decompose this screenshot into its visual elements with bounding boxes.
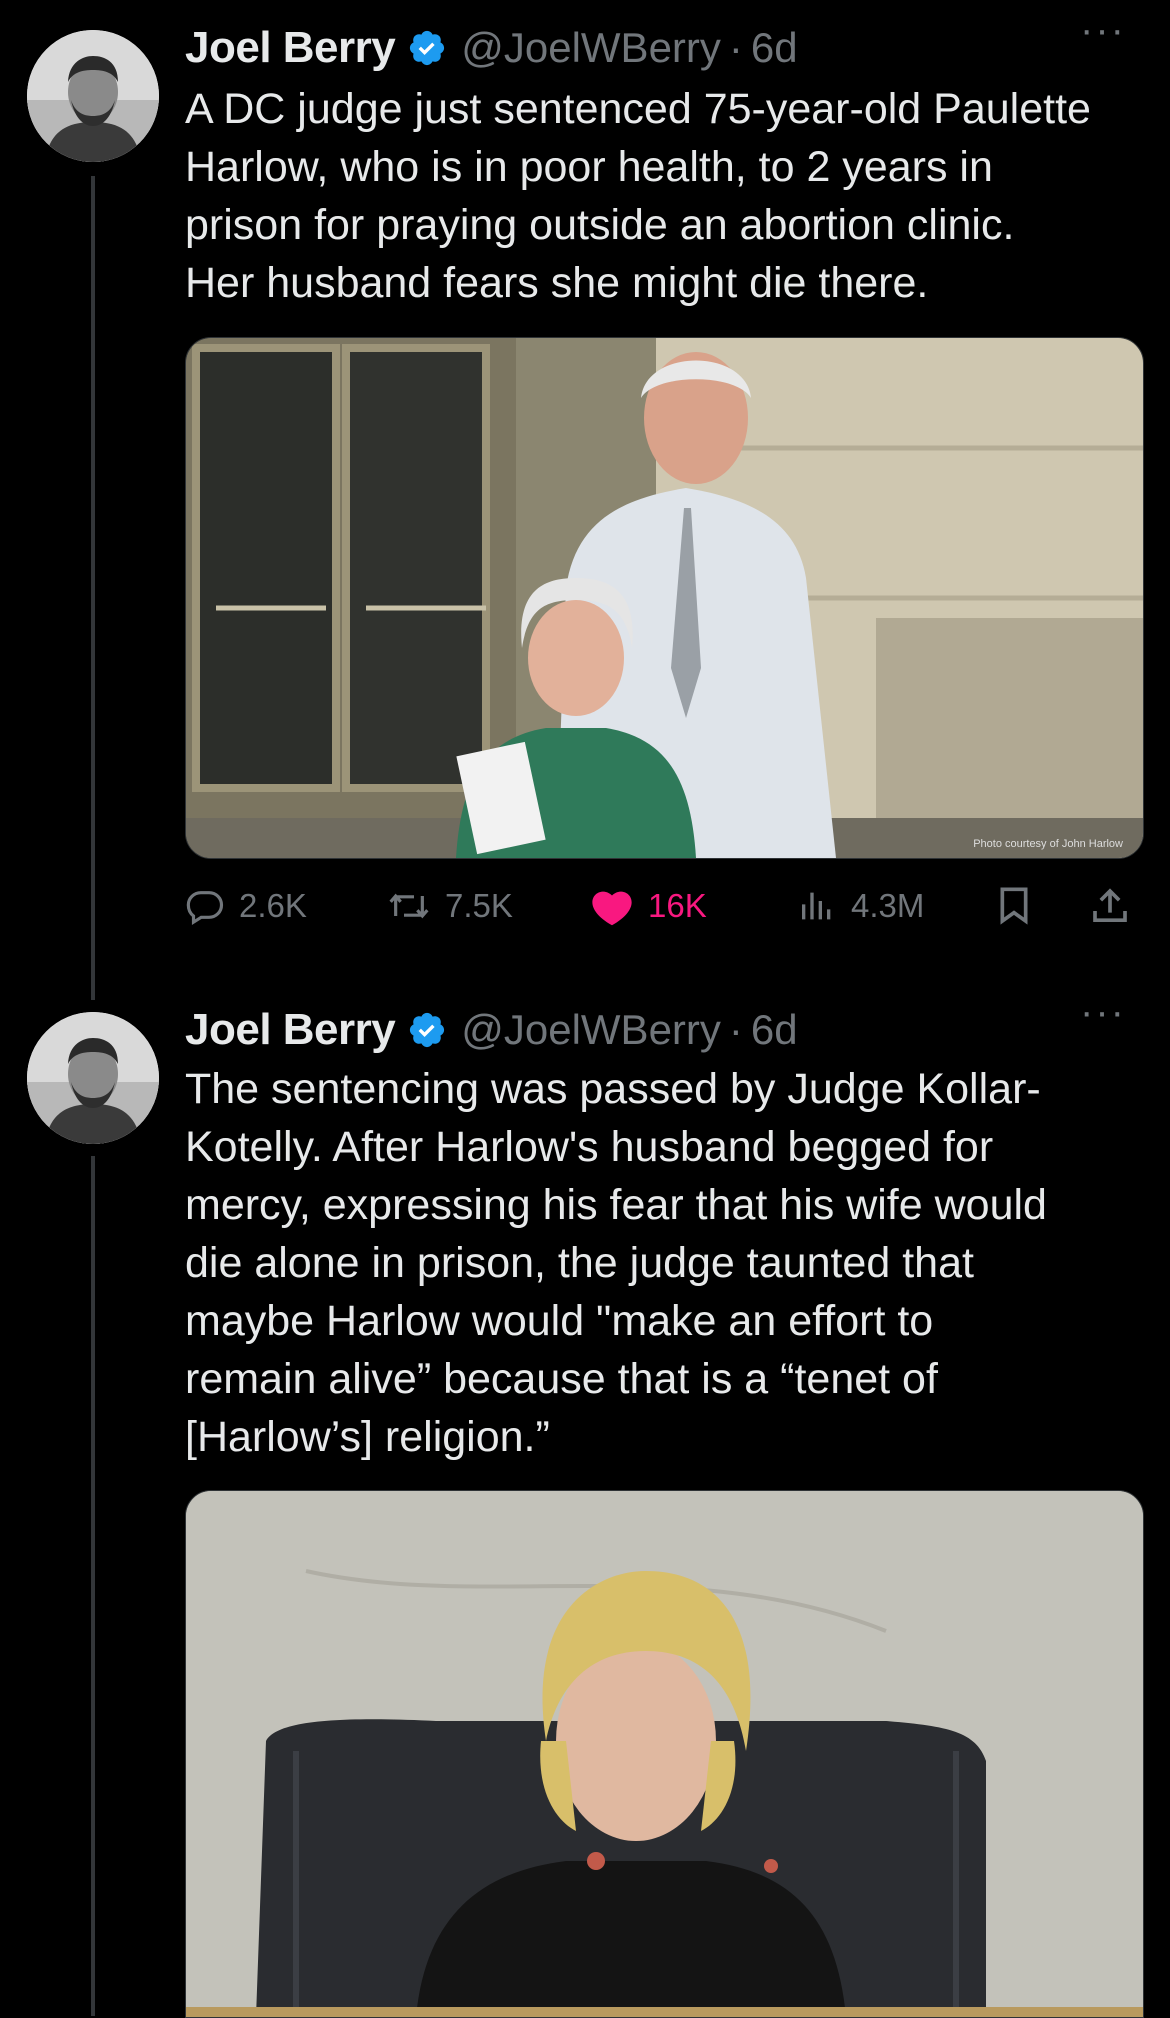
- tweet-text-line: prison for praying outside an abortion c…: [185, 201, 1015, 249]
- repost-button[interactable]: 7.5K: [387, 876, 513, 936]
- thread-line: [91, 176, 95, 1000]
- tweet-text-line: Kotelly. After Harlow's husband begged f…: [185, 1123, 994, 1171]
- reply-count: 2.6K: [239, 887, 307, 924]
- tweet-photo[interactable]: Photo courtesy of John Harlow: [185, 337, 1144, 859]
- heart-icon: [592, 891, 632, 926]
- tweet-photo[interactable]: [185, 1490, 1144, 2018]
- media-caption: Photo courtesy of John Harlow: [973, 838, 1123, 850]
- tweet-text-line: die alone in prison, the judge taunted t…: [185, 1239, 974, 1287]
- views-button[interactable]: 4.3M: [797, 876, 924, 936]
- tweet-text: A DC judge just sentenced 75-year-old Pa…: [185, 80, 1145, 312]
- tweet-text-line: [Harlow’s] religion.”: [185, 1413, 550, 1461]
- more-options-icon[interactable]: ···: [1080, 8, 1126, 53]
- timestamp[interactable]: 6d: [751, 1006, 798, 1054]
- timestamp[interactable]: 6d: [751, 24, 798, 72]
- views-count: 4.3M: [851, 887, 925, 924]
- tweet-text-line: mercy, expressing his fear that his wife…: [185, 1181, 1047, 1229]
- tweet-text-line: Her husband fears she might die there.: [185, 259, 929, 307]
- like-button[interactable]: 16K: [590, 876, 707, 936]
- thread-line: [91, 1156, 95, 2016]
- share-button[interactable]: [1090, 876, 1144, 936]
- bookmark-icon: [1000, 887, 1028, 925]
- action-bar: 2.6K 7.5K 16K 4.3M: [185, 876, 1142, 936]
- separator-dot: ·: [728, 24, 743, 71]
- like-count: 16K: [648, 887, 707, 924]
- separator-dot: ·: [728, 1006, 743, 1053]
- views-icon: [802, 892, 831, 920]
- tweet-text-line: The sentencing was passed by Judge Kolla…: [185, 1065, 1041, 1113]
- share-icon: [1093, 888, 1127, 922]
- author-name[interactable]: Joel Berry: [185, 23, 396, 73]
- reply-icon: [186, 891, 224, 926]
- tweet-header: Joel Berry @JoelWBerry · 6d: [185, 1000, 798, 1060]
- author-handle[interactable]: @JoelWBerry: [461, 1006, 721, 1054]
- tweet-text-line: A DC judge just sentenced 75-year-old Pa…: [185, 85, 1091, 133]
- tweet-text-line: remain alive” because that is a “tenet o…: [185, 1355, 938, 1403]
- repost-count: 7.5K: [445, 887, 513, 924]
- tweet-1[interactable]: Joel Berry @JoelWBerry · 6d ··· A DC jud…: [0, 0, 1170, 1000]
- author-name[interactable]: Joel Berry: [185, 1005, 396, 1055]
- tweet-text-line: Harlow, who is in poor health, to 2 year…: [185, 143, 993, 191]
- repost-icon: [389, 893, 429, 919]
- verified-badge-icon: [407, 1010, 447, 1050]
- verified-badge-icon: [407, 28, 447, 68]
- avatar[interactable]: [27, 30, 159, 162]
- tweet-2[interactable]: Joel Berry @JoelWBerry · 6d ··· The sent…: [0, 990, 1170, 2018]
- bookmark-button[interactable]: [995, 876, 1047, 936]
- tweet-text-line: maybe Harlow would "make an effort to: [185, 1297, 934, 1345]
- author-handle[interactable]: @JoelWBerry: [461, 24, 721, 72]
- avatar[interactable]: [27, 1012, 159, 1144]
- tweet-text: The sentencing was passed by Judge Kolla…: [185, 1060, 1145, 1466]
- tweet-header: Joel Berry @JoelWBerry · 6d: [185, 18, 798, 78]
- more-options-icon[interactable]: ···: [1080, 990, 1126, 1035]
- reply-button[interactable]: 2.6K: [185, 876, 307, 936]
